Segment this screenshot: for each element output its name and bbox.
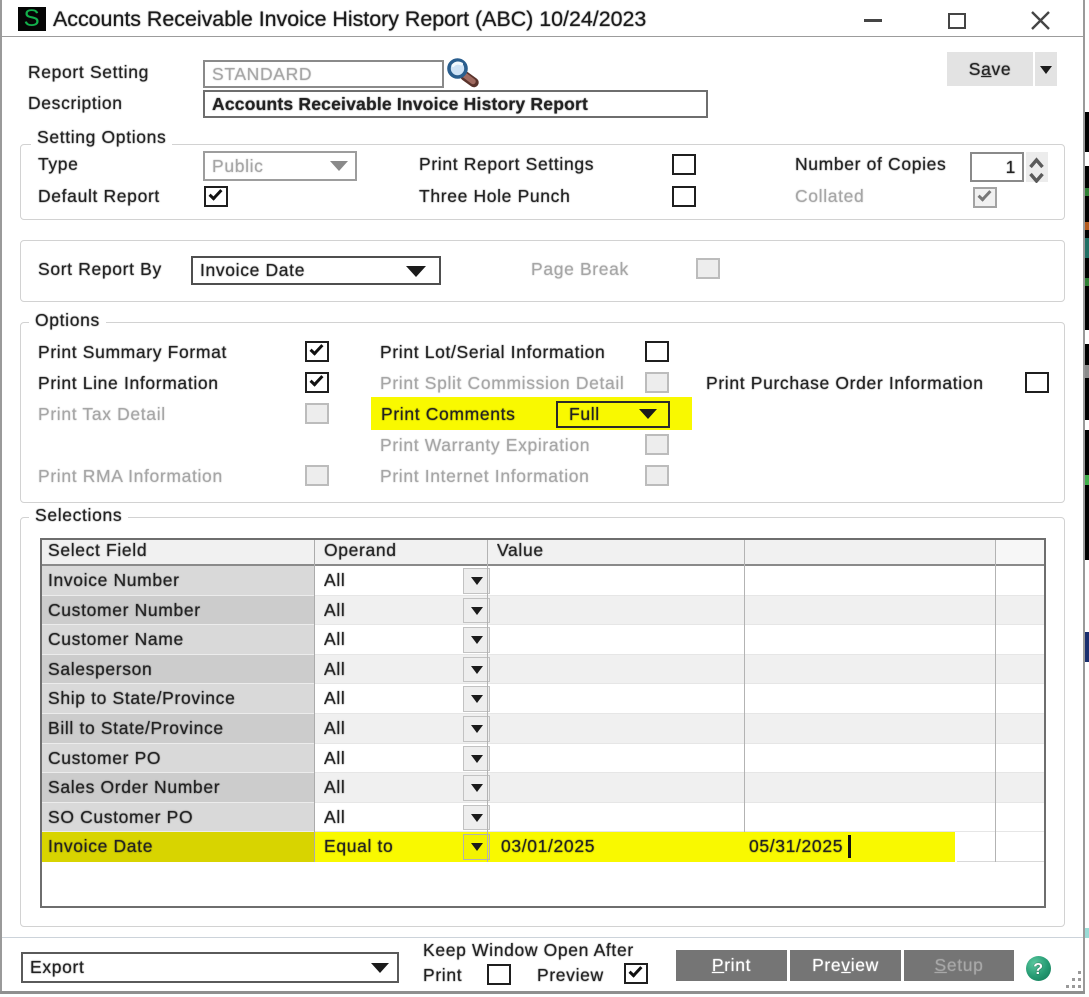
svg-text:?: ? <box>1033 961 1043 978</box>
